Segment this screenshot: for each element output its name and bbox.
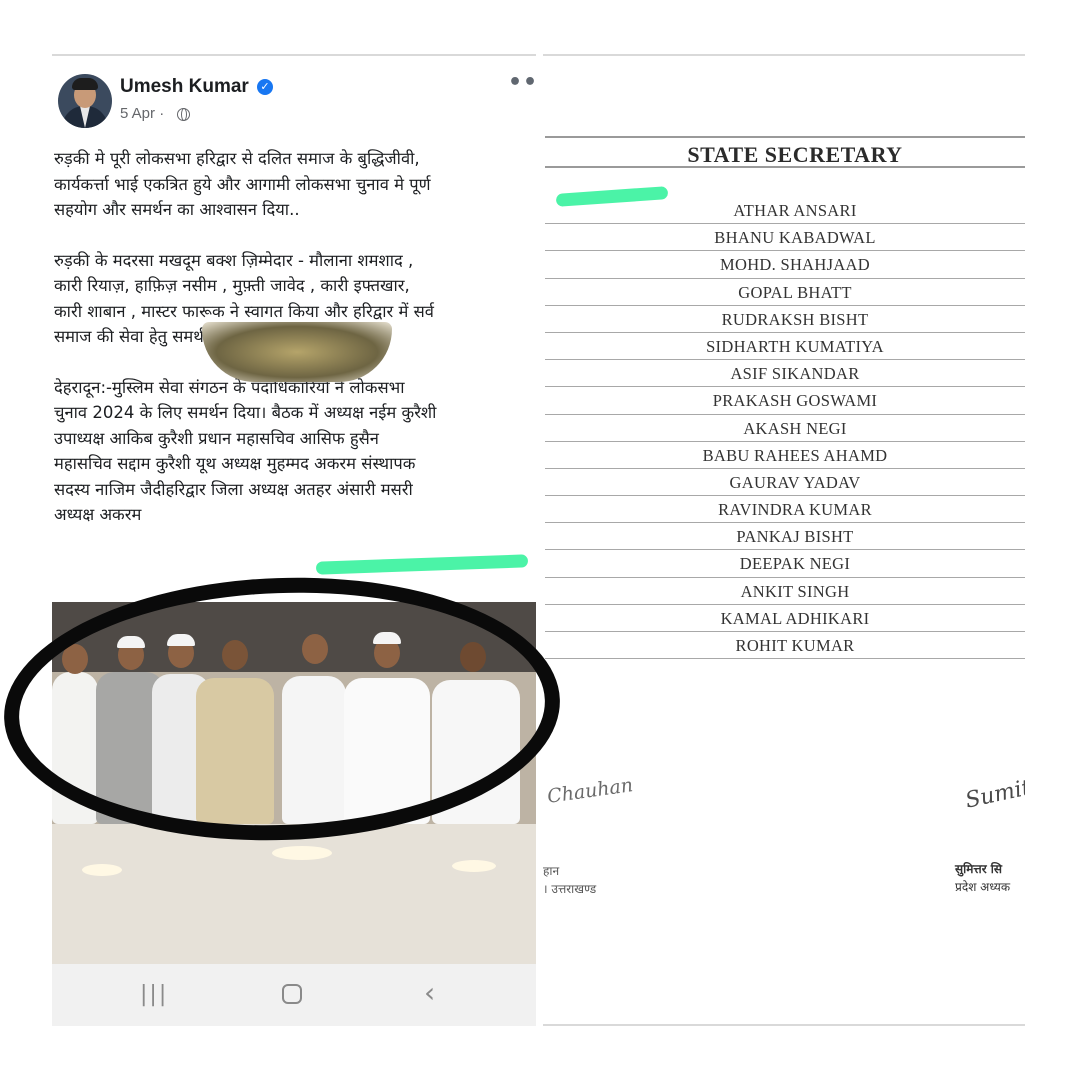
globe-icon: [177, 108, 190, 121]
name-row: SIDHARTH KUMATIYA: [545, 333, 1025, 361]
post-paragraph: देहरादून:-मुस्लिम सेवा संगठन के पदाधिकार…: [54, 377, 437, 525]
verified-icon: ✓: [257, 79, 273, 95]
chandelier: [202, 322, 392, 382]
doc-title: STATE SECRETARY: [687, 142, 903, 167]
secretary-name: MOHD. SHAHJAAD: [720, 255, 870, 275]
divider: [543, 54, 1025, 56]
signature-right-caption: प्रदेश अध्यक: [955, 880, 1011, 894]
secretary-name: RAVINDRA KUMAR: [718, 500, 872, 520]
name-row: RUDRAKSH BISHT: [545, 306, 1025, 333]
name-row: DEEPAK NEGI: [545, 550, 1025, 578]
post-date[interactable]: 5 Apr ·: [120, 105, 164, 122]
name-row: GAURAV YADAV: [545, 469, 1025, 497]
secretary-name-list: ATHAR ANSARI BHANU KABADWAL MOHD. SHAHJAAD…: [545, 197, 1025, 660]
name-row: PANKAJ BISHT: [545, 523, 1025, 551]
secretary-name: BABU RAHEES AHAMD: [702, 445, 888, 465]
author-avatar[interactable]: [58, 74, 112, 128]
name-row: KAMAL ADHIKARI: [545, 605, 1025, 632]
name-row: ANKIT SINGH: [545, 578, 1025, 605]
signature-left-caption: । उत्तराखण्ड: [543, 882, 597, 896]
divider: [52, 54, 536, 56]
secretary-name: AKASH NEGI: [743, 418, 847, 438]
name-row: ASIF SIKANDAR: [545, 360, 1025, 388]
name-row: BABU RAHEES AHAMD: [545, 442, 1025, 469]
secretary-name: DEEPAK NEGI: [739, 554, 851, 574]
name-row: RAVINDRA KUMAR: [545, 496, 1025, 524]
more-icon[interactable]: •••: [508, 70, 536, 95]
secretary-name: PANKAJ BISHT: [736, 527, 854, 547]
nav-back-icon[interactable]: ‹: [424, 976, 435, 1009]
ceiling-light: [272, 846, 332, 860]
name-row: GOPAL BHATT: [545, 279, 1025, 306]
facebook-post-panel: Umesh Kumar ✓ 5 Apr · ••• रुड़की मे पूरी…: [52, 52, 536, 1026]
name-row: PRAKASH GOSWAMI: [545, 387, 1025, 415]
secretary-name: RUDRAKSH BISHT: [721, 309, 869, 329]
secretary-name: ANKIT SINGH: [740, 581, 850, 601]
ceiling-light: [82, 864, 122, 876]
signature-left: Chauhan: [545, 774, 635, 808]
signature-right: Sumit: [963, 775, 1025, 814]
signature-left-caption: हान: [543, 864, 560, 878]
name-row: MOHD. SHAHJAAD: [545, 251, 1025, 279]
signature-right-caption: सुमित्तर सि: [955, 862, 1002, 876]
name-row: BHANU KABADWAL: [545, 224, 1025, 252]
nav-home-icon[interactable]: [282, 984, 302, 1004]
author-name[interactable]: Umesh Kumar: [120, 76, 249, 98]
doc-title-box: STATE SECRETARY: [545, 136, 1025, 168]
nav-recent-icon[interactable]: |||: [140, 982, 168, 1007]
secretary-name: BHANU KABADWAL: [714, 228, 876, 248]
post-paragraph: रुड़की मे पूरी लोकसभा हरिद्वार से दलित स…: [54, 149, 431, 219]
name-row: AKASH NEGI: [545, 415, 1025, 442]
secretary-name: ASIF SIKANDAR: [730, 364, 860, 384]
secretary-name: ROHIT KUMAR: [735, 636, 855, 655]
secretary-name: PRAKASH GOSWAMI: [712, 391, 878, 411]
secretary-name: GOPAL BHATT: [738, 282, 852, 302]
avatar-hair: [72, 78, 98, 90]
secretary-name: GAURAV YADAV: [729, 472, 861, 492]
ceiling-light: [452, 860, 496, 872]
secretary-name: KAMAL ADHIKARI: [720, 608, 870, 628]
divider: [543, 1024, 1025, 1026]
android-nav-bar: ||| ‹: [52, 964, 536, 1026]
name-row: ROHIT KUMAR: [545, 632, 1025, 660]
secretary-name: ATHAR ANSARI: [733, 201, 857, 220]
secretary-name: SIDHARTH KUMATIYA: [706, 336, 884, 356]
